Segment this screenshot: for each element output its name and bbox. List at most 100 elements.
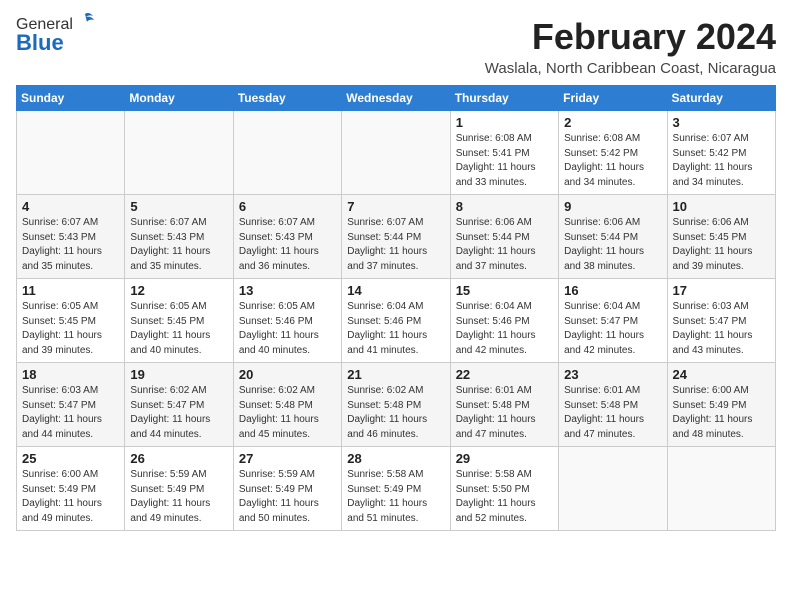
day-number: 1	[456, 115, 553, 130]
calendar-day-cell: 19Sunrise: 6:02 AM Sunset: 5:47 PM Dayli…	[125, 363, 233, 447]
calendar-day-cell: 24 Sunrise: 6:00 AM Sunset: 5:49 PM Dayli…	[667, 363, 775, 447]
day-number: 7	[347, 199, 444, 214]
month-title: February 2024	[485, 16, 776, 58]
day-number: 4	[22, 199, 119, 214]
day-number: 9	[564, 199, 661, 214]
day-number: 3	[673, 115, 770, 130]
weekday-header-cell: Monday	[125, 86, 233, 111]
day-info: Sunrise: 6:05 AM Sunset: 5:46 PM Dayligh…	[239, 300, 336, 358]
day-number: 18	[22, 367, 119, 382]
calendar-day-cell: 2Sunrise: 6:08 AM Sunset: 5:42 PM Daylig…	[559, 111, 667, 195]
weekday-header-cell: Sunday	[17, 86, 125, 111]
calendar-day-cell: 22 Sunrise: 6:01 AM Sunset: 5:48 PM Dayli…	[450, 363, 558, 447]
day-number: 10	[673, 199, 770, 214]
calendar-day-cell: 21 Sunrise: 6:02 AM Sunset: 5:48 PM Dayli…	[342, 363, 450, 447]
calendar-week-row: 4 Sunrise: 6:07 AM Sunset: 5:43 PM Daylig…	[17, 195, 776, 279]
calendar-day-cell: 9 Sunrise: 6:06 AM Sunset: 5:44 PM Daylig…	[559, 195, 667, 279]
header: General Blue February 2024 Waslala, Nort…	[16, 16, 776, 77]
day-info: Sunrise: 6:08 AM Sunset: 5:41 PM Dayligh…	[456, 132, 553, 190]
day-info: Sunrise: 6:00 AM Sunset: 5:49 PM Dayligh…	[673, 384, 770, 442]
calendar-table: SundayMondayTuesdayWednesdayThursdayFrid…	[16, 85, 776, 531]
logo-blue-text: Blue	[16, 30, 64, 56]
day-info: Sunrise: 6:01 AM Sunset: 5:48 PM Dayligh…	[564, 384, 661, 442]
day-number: 23	[564, 367, 661, 382]
day-number: 5	[130, 199, 227, 214]
calendar-day-cell: 6Sunrise: 6:07 AM Sunset: 5:43 PM Daylig…	[233, 195, 341, 279]
day-number: 27	[239, 451, 336, 466]
day-number: 13	[239, 283, 336, 298]
day-info: Sunrise: 6:07 AM Sunset: 5:42 PM Dayligh…	[673, 132, 770, 190]
day-number: 16	[564, 283, 661, 298]
day-info: Sunrise: 6:02 AM Sunset: 5:47 PM Dayligh…	[130, 384, 227, 442]
calendar-day-cell: 11 Sunrise: 6:05 AM Sunset: 5:45 PM Dayli…	[17, 279, 125, 363]
calendar-day-cell: 5 Sunrise: 6:07 AM Sunset: 5:43 PM Daylig…	[125, 195, 233, 279]
day-info: Sunrise: 6:05 AM Sunset: 5:45 PM Dayligh…	[22, 300, 119, 358]
day-info: Sunrise: 5:59 AM Sunset: 5:49 PM Dayligh…	[130, 468, 227, 526]
calendar-day-cell: 20 Sunrise: 6:02 AM Sunset: 5:48 PM Dayli…	[233, 363, 341, 447]
calendar-day-cell: 13 Sunrise: 6:05 AM Sunset: 5:46 PM Dayli…	[233, 279, 341, 363]
day-info: Sunrise: 5:58 AM Sunset: 5:50 PM Dayligh…	[456, 468, 553, 526]
day-info: Sunrise: 6:04 AM Sunset: 5:46 PM Dayligh…	[456, 300, 553, 358]
day-number: 8	[456, 199, 553, 214]
logo-bird-icon	[75, 12, 95, 30]
calendar-day-cell	[342, 111, 450, 195]
calendar-day-cell: 7 Sunrise: 6:07 AM Sunset: 5:44 PM Daylig…	[342, 195, 450, 279]
day-number: 22	[456, 367, 553, 382]
day-info: Sunrise: 6:01 AM Sunset: 5:48 PM Dayligh…	[456, 384, 553, 442]
weekday-header-cell: Wednesday	[342, 86, 450, 111]
day-info: Sunrise: 6:04 AM Sunset: 5:47 PM Dayligh…	[564, 300, 661, 358]
day-number: 24	[673, 367, 770, 382]
title-area: February 2024 Waslala, North Caribbean C…	[485, 16, 776, 77]
calendar-day-cell: 23 Sunrise: 6:01 AM Sunset: 5:48 PM Dayli…	[559, 363, 667, 447]
calendar-week-row: 25Sunrise: 6:00 AM Sunset: 5:49 PM Dayli…	[17, 447, 776, 531]
calendar-day-cell: 12 Sunrise: 6:05 AM Sunset: 5:45 PM Dayli…	[125, 279, 233, 363]
day-number: 26	[130, 451, 227, 466]
day-info: Sunrise: 6:07 AM Sunset: 5:43 PM Dayligh…	[130, 216, 227, 274]
calendar-week-row: 18Sunrise: 6:03 AM Sunset: 5:47 PM Dayli…	[17, 363, 776, 447]
logo: General Blue	[16, 16, 95, 56]
day-number: 25	[22, 451, 119, 466]
calendar-day-cell: 17Sunrise: 6:03 AM Sunset: 5:47 PM Dayli…	[667, 279, 775, 363]
calendar-day-cell: 27 Sunrise: 5:59 AM Sunset: 5:49 PM Dayli…	[233, 447, 341, 531]
weekday-header-cell: Thursday	[450, 86, 558, 111]
day-info: Sunrise: 6:07 AM Sunset: 5:44 PM Dayligh…	[347, 216, 444, 274]
day-info: Sunrise: 6:08 AM Sunset: 5:42 PM Dayligh…	[564, 132, 661, 190]
day-number: 14	[347, 283, 444, 298]
weekday-header-cell: Saturday	[667, 86, 775, 111]
day-info: Sunrise: 6:02 AM Sunset: 5:48 PM Dayligh…	[347, 384, 444, 442]
calendar-body: 1 Sunrise: 6:08 AM Sunset: 5:41 PM Daylig…	[17, 111, 776, 531]
day-number: 15	[456, 283, 553, 298]
calendar-day-cell: 25Sunrise: 6:00 AM Sunset: 5:49 PM Dayli…	[17, 447, 125, 531]
location-subtitle: Waslala, North Caribbean Coast, Nicaragu…	[485, 60, 776, 77]
calendar-day-cell: 16 Sunrise: 6:04 AM Sunset: 5:47 PM Dayli…	[559, 279, 667, 363]
calendar-day-cell: 18Sunrise: 6:03 AM Sunset: 5:47 PM Dayli…	[17, 363, 125, 447]
calendar-day-cell: 29Sunrise: 5:58 AM Sunset: 5:50 PM Dayli…	[450, 447, 558, 531]
weekday-header-row: SundayMondayTuesdayWednesdayThursdayFrid…	[17, 86, 776, 111]
calendar-day-cell	[233, 111, 341, 195]
calendar-day-cell: 26 Sunrise: 5:59 AM Sunset: 5:49 PM Dayli…	[125, 447, 233, 531]
calendar-day-cell: 1 Sunrise: 6:08 AM Sunset: 5:41 PM Daylig…	[450, 111, 558, 195]
day-number: 6	[239, 199, 336, 214]
calendar-day-cell: 28 Sunrise: 5:58 AM Sunset: 5:49 PM Dayli…	[342, 447, 450, 531]
weekday-header-cell: Tuesday	[233, 86, 341, 111]
day-number: 20	[239, 367, 336, 382]
day-info: Sunrise: 6:04 AM Sunset: 5:46 PM Dayligh…	[347, 300, 444, 358]
day-info: Sunrise: 6:02 AM Sunset: 5:48 PM Dayligh…	[239, 384, 336, 442]
calendar-day-cell	[667, 447, 775, 531]
day-info: Sunrise: 6:06 AM Sunset: 5:44 PM Dayligh…	[564, 216, 661, 274]
calendar-day-cell: 15 Sunrise: 6:04 AM Sunset: 5:46 PM Dayli…	[450, 279, 558, 363]
calendar-day-cell: 14 Sunrise: 6:04 AM Sunset: 5:46 PM Dayli…	[342, 279, 450, 363]
calendar-day-cell	[125, 111, 233, 195]
day-info: Sunrise: 5:58 AM Sunset: 5:49 PM Dayligh…	[347, 468, 444, 526]
day-info: Sunrise: 6:06 AM Sunset: 5:45 PM Dayligh…	[673, 216, 770, 274]
calendar-day-cell: 8Sunrise: 6:06 AM Sunset: 5:44 PM Daylig…	[450, 195, 558, 279]
day-info: Sunrise: 5:59 AM Sunset: 5:49 PM Dayligh…	[239, 468, 336, 526]
day-number: 28	[347, 451, 444, 466]
day-info: Sunrise: 6:05 AM Sunset: 5:45 PM Dayligh…	[130, 300, 227, 358]
day-number: 11	[22, 283, 119, 298]
day-info: Sunrise: 6:07 AM Sunset: 5:43 PM Dayligh…	[22, 216, 119, 274]
day-number: 12	[130, 283, 227, 298]
calendar-week-row: 11 Sunrise: 6:05 AM Sunset: 5:45 PM Dayli…	[17, 279, 776, 363]
day-number: 21	[347, 367, 444, 382]
calendar-week-row: 1 Sunrise: 6:08 AM Sunset: 5:41 PM Daylig…	[17, 111, 776, 195]
